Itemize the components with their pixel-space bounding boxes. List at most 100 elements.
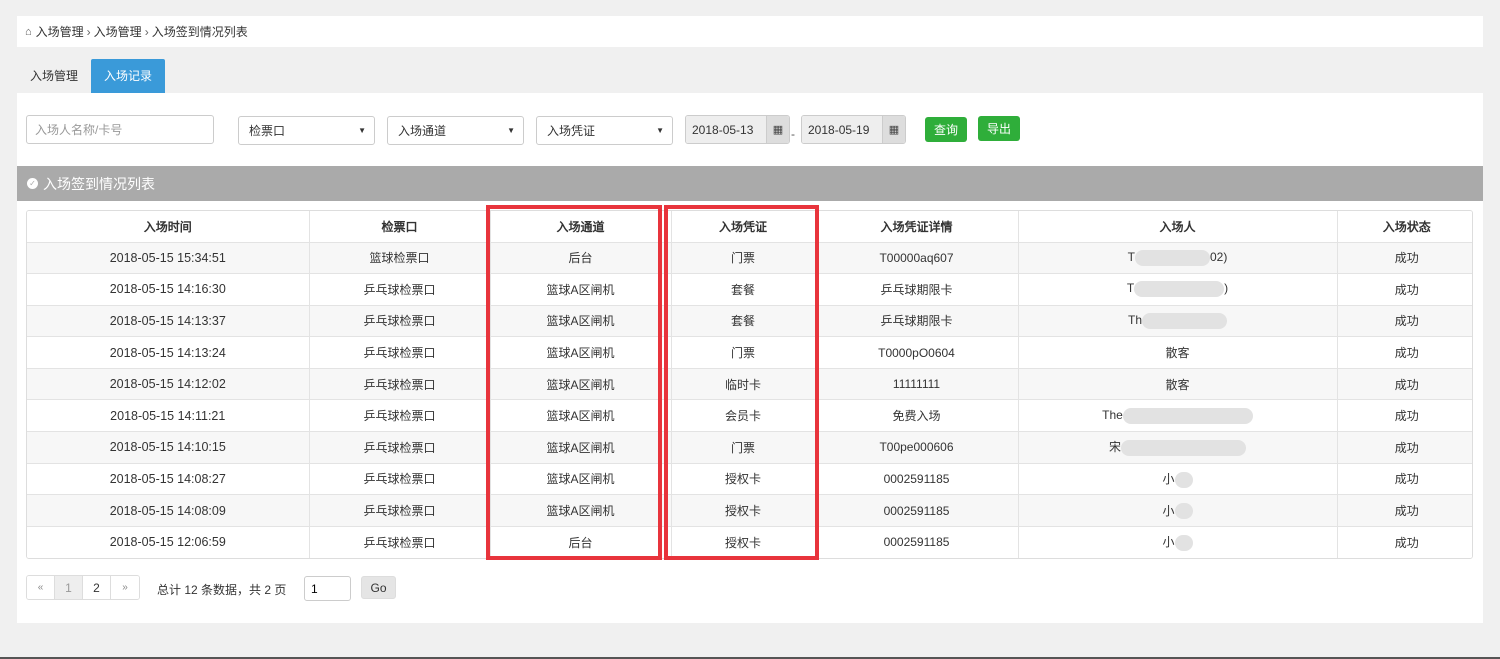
cell-credential: 会员卡 (671, 399, 816, 433)
cell-channel: 篮球A区闸机 (490, 494, 672, 527)
redaction-mask (1121, 440, 1246, 457)
cell-gate: 乒乓球检票口 (309, 431, 491, 464)
cell-credential: 授权卡 (671, 526, 816, 558)
section-title: 入场签到情况列表 (43, 175, 155, 192)
cell-gate: 乒乓球检票口 (309, 494, 491, 527)
breadcrumb-item-3: 入场签到情况列表 (151, 25, 248, 39)
cell-credential-detail: 0002591185 (815, 494, 1019, 527)
cell-channel: 后台 (490, 242, 672, 275)
cell-person: The (1018, 399, 1338, 433)
gate-select[interactable]: 检票口 ▼ (238, 116, 375, 145)
table-row[interactable]: 2018-05-15 12:06:59 乒乓球检票口 后台 授权卡 000259… (27, 526, 1472, 558)
end-date-value[interactable]: 2018-05-19 (802, 116, 882, 143)
cell-time: 2018-05-15 14:13:37 (27, 305, 310, 338)
table-row[interactable]: 2018-05-15 14:10:15 乒乓球检票口 篮球A区闸机 门票 T00… (27, 431, 1472, 464)
check-circle-icon: ✓ (27, 178, 38, 189)
breadcrumb-item-2[interactable]: 入场管理 (94, 23, 142, 40)
redaction-mask (1174, 471, 1193, 488)
breadcrumb-item-1[interactable]: 入场管理 (36, 23, 84, 40)
cell-credential: 门票 (671, 431, 816, 464)
table-row[interactable]: 2018-05-15 14:13:37 乒乓球检票口 篮球A区闸机 套餐 乒乓球… (27, 305, 1472, 338)
end-date-picker[interactable]: 2018-05-19 ▦ (801, 115, 906, 144)
name-card-search-input[interactable] (26, 115, 214, 144)
redaction-mask (1174, 535, 1193, 552)
cell-gate: 乒乓球检票口 (309, 399, 491, 433)
cell-person: 小 (1018, 494, 1338, 527)
person-text: T (1127, 249, 1135, 264)
cell-channel: 后台 (490, 526, 672, 558)
cell-time: 2018-05-15 14:12:02 (27, 368, 310, 401)
main-panel: 检票口 ▼ 入场通道 ▼ 入场凭证 ▼ 2018-05-13 ▦ - 2018-… (17, 93, 1483, 623)
export-button[interactable]: 导出 (978, 116, 1020, 141)
cell-status: 成功 (1337, 273, 1472, 306)
pagination-prev-icon[interactable]: « (27, 576, 55, 599)
person-text: The (1102, 407, 1123, 422)
channel-select[interactable]: 入场通道 ▼ (387, 116, 524, 145)
table-row[interactable]: 2018-05-15 14:08:27 乒乓球检票口 篮球A区闸机 授权卡 00… (27, 463, 1472, 496)
cell-credential-detail: T00000aq607 (815, 242, 1019, 275)
pagination: « 1 2 » (26, 575, 140, 600)
query-button[interactable]: 查询 (925, 117, 967, 142)
table-row[interactable]: 2018-05-15 15:34:51 篮球检票口 后台 门票 T00000aq… (27, 242, 1472, 275)
person-text: Th (1127, 313, 1142, 328)
cell-status: 成功 (1337, 305, 1472, 338)
cell-channel: 篮球A区闸机 (490, 305, 672, 338)
redaction-mask (1134, 281, 1225, 298)
person-text: 小 (1162, 535, 1175, 550)
pagination-total: 总计 12 条数据，共 2 页 (157, 583, 287, 597)
column-header-status[interactable]: 入场状态 (1337, 211, 1472, 243)
person-text: 小 (1162, 503, 1175, 518)
table-row[interactable]: 2018-05-15 14:11:21 乒乓球检票口 篮球A区闸机 会员卡 免费… (27, 399, 1472, 433)
cell-credential: 门票 (671, 242, 816, 275)
cell-credential-detail: 乒乓球期限卡 (815, 273, 1019, 306)
tab-entry-records[interactable]: 入场记录 (91, 59, 166, 93)
cell-credential: 授权卡 (671, 494, 816, 527)
cell-time: 2018-05-15 14:13:24 (27, 336, 310, 369)
cell-gate: 乒乓球检票口 (309, 526, 491, 558)
table-row[interactable]: 2018-05-15 14:13:24 乒乓球检票口 篮球A区闸机 门票 T00… (27, 336, 1472, 369)
credential-select[interactable]: 入场凭证 ▼ (536, 116, 673, 145)
page-number-input[interactable] (304, 576, 351, 601)
redaction-mask (1122, 407, 1253, 424)
cell-time: 2018-05-15 14:10:15 (27, 431, 310, 464)
tab-entry-management[interactable]: 入场管理 (17, 59, 91, 93)
cell-credential: 授权卡 (671, 463, 816, 496)
start-date-value[interactable]: 2018-05-13 (686, 116, 766, 143)
pagination-next-icon[interactable]: » (111, 576, 139, 599)
cell-person: Th (1018, 305, 1338, 338)
table-header-row: 入场时间 检票口 入场通道 入场凭证 入场凭证详情 入场人 入场状态 (27, 211, 1472, 243)
table-row[interactable]: 2018-05-15 14:12:02 乒乓球检票口 篮球A区闸机 临时卡 11… (27, 368, 1472, 401)
chevron-down-icon: ▼ (358, 126, 366, 135)
cell-gate: 乒乓球检票口 (309, 305, 491, 338)
pagination-page-2[interactable]: 2 (83, 576, 111, 599)
home-icon[interactable]: ⌂ (25, 26, 32, 38)
entry-records-table: 入场时间 检票口 入场通道 入场凭证 入场凭证详情 入场人 入场状态 2018-… (26, 210, 1473, 559)
column-header-credential[interactable]: 入场凭证 (671, 211, 816, 243)
cell-credential: 门票 (671, 336, 816, 369)
date-range-separator: - (791, 127, 795, 141)
table-row[interactable]: 2018-05-15 14:08:09 乒乓球检票口 篮球A区闸机 授权卡 00… (27, 494, 1472, 527)
gate-select-value: 检票口 (249, 124, 286, 138)
person-text-suffix: 02) (1210, 249, 1228, 264)
cell-time: 2018-05-15 14:16:30 (27, 273, 310, 306)
cell-status: 成功 (1337, 336, 1472, 369)
cell-credential: 套餐 (671, 305, 816, 338)
calendar-icon[interactable]: ▦ (882, 116, 905, 143)
column-header-time[interactable]: 入场时间 (27, 211, 310, 243)
calendar-icon[interactable]: ▦ (766, 116, 789, 143)
cell-channel: 篮球A区闸机 (490, 368, 672, 401)
column-header-person[interactable]: 入场人 (1018, 211, 1338, 243)
table-row[interactable]: 2018-05-15 14:16:30 乒乓球检票口 篮球A区闸机 套餐 乒乓球… (27, 273, 1472, 306)
filter-bar: 检票口 ▼ 入场通道 ▼ 入场凭证 ▼ 2018-05-13 ▦ - 2018-… (17, 93, 1483, 165)
column-header-channel[interactable]: 入场通道 (490, 211, 672, 243)
cell-credential: 套餐 (671, 273, 816, 306)
start-date-picker[interactable]: 2018-05-13 ▦ (685, 115, 790, 144)
section-header: ✓ 入场签到情况列表 (17, 166, 1483, 201)
column-header-credential-detail[interactable]: 入场凭证详情 (815, 211, 1019, 243)
go-button[interactable]: Go (361, 576, 396, 599)
channel-select-value: 入场通道 (398, 124, 447, 138)
pagination-page-1[interactable]: 1 (55, 576, 83, 599)
column-header-gate[interactable]: 检票口 (309, 211, 491, 243)
redaction-mask (1135, 249, 1210, 266)
redaction-mask (1142, 312, 1227, 329)
